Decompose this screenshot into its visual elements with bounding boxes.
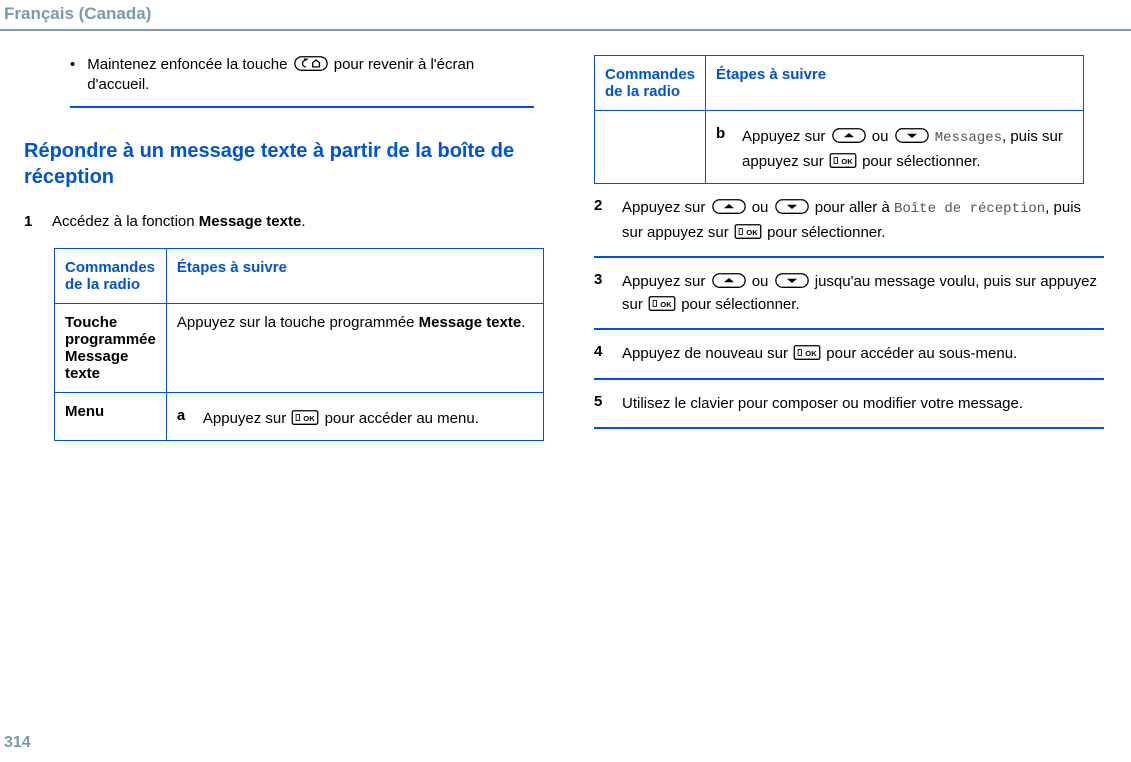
down-icon <box>773 198 811 215</box>
step-4: 4 Appuyez de nouveau sur pour accéder au… <box>594 330 1104 379</box>
ok-icon <box>733 223 763 240</box>
b-mono: Messages <box>935 130 1002 146</box>
up-icon <box>830 127 868 144</box>
page-number: 314 <box>4 734 31 752</box>
r1c2-bold: Message texte <box>419 314 522 331</box>
step-4-number: 4 <box>594 342 608 360</box>
s2-mono: Boîte de réception <box>894 201 1045 217</box>
r1c2-pre: Appuyez sur la touche programmée <box>177 314 419 331</box>
step-2-number: 2 <box>594 196 608 214</box>
cell-b-steps: b Appuyez sur ou Messages, puis sur appu… <box>706 111 1084 184</box>
step-3: 3 Appuyez sur ou jusqu'au message voulu,… <box>594 258 1104 331</box>
ok-icon <box>647 295 677 312</box>
up-icon <box>710 272 748 289</box>
down-icon <box>893 127 931 144</box>
s4-pre: Appuyez de nouveau sur <box>622 345 792 362</box>
ok-icon <box>290 409 320 426</box>
up-icon <box>710 198 748 215</box>
down-icon <box>773 272 811 289</box>
step-2-body: Appuyez sur ou pour aller à Boîte de réc… <box>622 196 1104 244</box>
sub-b-text: Appuyez sur ou Messages, puis sur appuye… <box>742 125 1073 173</box>
sub-a-label: a <box>177 407 191 430</box>
s2-post2: pour sélectionner. <box>767 224 885 241</box>
right-column: Commandes de la radio Étapes à suivre b … <box>594 55 1104 441</box>
th-commands-r: Commandes de la radio <box>595 56 706 111</box>
th-steps-r: Étapes à suivre <box>706 56 1084 111</box>
th-commands: Commandes de la radio <box>55 248 167 303</box>
step1-pre: Accédez à la fonction <box>52 213 199 230</box>
bullet-pre: Maintenez enfoncée la touche <box>87 56 291 73</box>
cell-touche-steps: Appuyez sur la touche programmée Message… <box>166 303 543 392</box>
s3-post: pour sélectionner. <box>681 296 799 313</box>
step1-bold: Message texte <box>199 213 302 230</box>
step-1-text: Accédez à la fonction Message texte. <box>52 213 306 230</box>
step-4-body: Appuyez de nouveau sur pour accéder au s… <box>622 342 1104 365</box>
step-5-number: 5 <box>594 392 608 410</box>
sub-b-label: b <box>716 125 730 173</box>
touche-label: Touche programmée Message texte <box>65 314 156 382</box>
s3-ou: ou <box>752 273 773 290</box>
step-3-body: Appuyez sur ou jusqu'au message voulu, p… <box>622 270 1104 317</box>
ok-icon <box>792 344 822 361</box>
b-pre: Appuyez sur <box>742 128 830 145</box>
commands-table-right: Commandes de la radio Étapes à suivre b … <box>594 55 1084 184</box>
section-heading: Répondre à un message texte à partir de … <box>24 138 534 190</box>
language-header: Français (Canada) <box>0 0 1131 31</box>
bullet-note: • Maintenez enfoncée la touche pour reve… <box>70 55 534 108</box>
s4-post: pour accéder au sous-menu. <box>826 345 1017 362</box>
b-ou: ou <box>872 128 893 145</box>
cell-empty <box>595 111 706 184</box>
cell-menu-steps: a Appuyez sur pour accéder au menu. <box>166 392 543 440</box>
bullet-text: Maintenez enfoncée la touche pour reveni… <box>87 55 534 96</box>
step1-post: . <box>301 213 305 230</box>
sub-a-post: pour accéder au menu. <box>325 410 479 427</box>
s2-mid: pour aller à <box>815 199 894 216</box>
step-2: 2 Appuyez sur ou pour aller à Boîte de r… <box>594 184 1104 258</box>
s3-pre: Appuyez sur <box>622 273 710 290</box>
sub-a-pre: Appuyez sur <box>203 410 291 427</box>
commands-table-left: Commandes de la radio Étapes à suivre To… <box>54 248 544 441</box>
step-1-number: 1 <box>24 212 38 230</box>
bullet-dot: • <box>70 55 75 96</box>
r1c2-post: . <box>521 314 525 331</box>
left-column: • Maintenez enfoncée la touche pour reve… <box>24 55 534 441</box>
s2-pre: Appuyez sur <box>622 199 710 216</box>
sub-a-text: Appuyez sur pour accéder au menu. <box>203 407 533 430</box>
th-steps: Étapes à suivre <box>166 248 543 303</box>
s2-ou: ou <box>752 199 773 216</box>
step-3-number: 3 <box>594 270 608 288</box>
step-list-left: 1 Accédez à la fonction Message texte. C… <box>24 212 534 441</box>
step-5: 5 Utilisez le clavier pour composer ou m… <box>594 380 1104 429</box>
b-post2: pour sélectionner. <box>862 153 980 170</box>
cell-menu: Menu <box>55 392 167 440</box>
home-icon <box>292 55 330 72</box>
ok-icon <box>828 152 858 169</box>
page-body: • Maintenez enfoncée la touche pour reve… <box>0 31 1131 441</box>
step-5-body: Utilisez le clavier pour composer ou mod… <box>622 392 1104 415</box>
cell-touche: Touche programmée Message texte <box>55 303 167 392</box>
